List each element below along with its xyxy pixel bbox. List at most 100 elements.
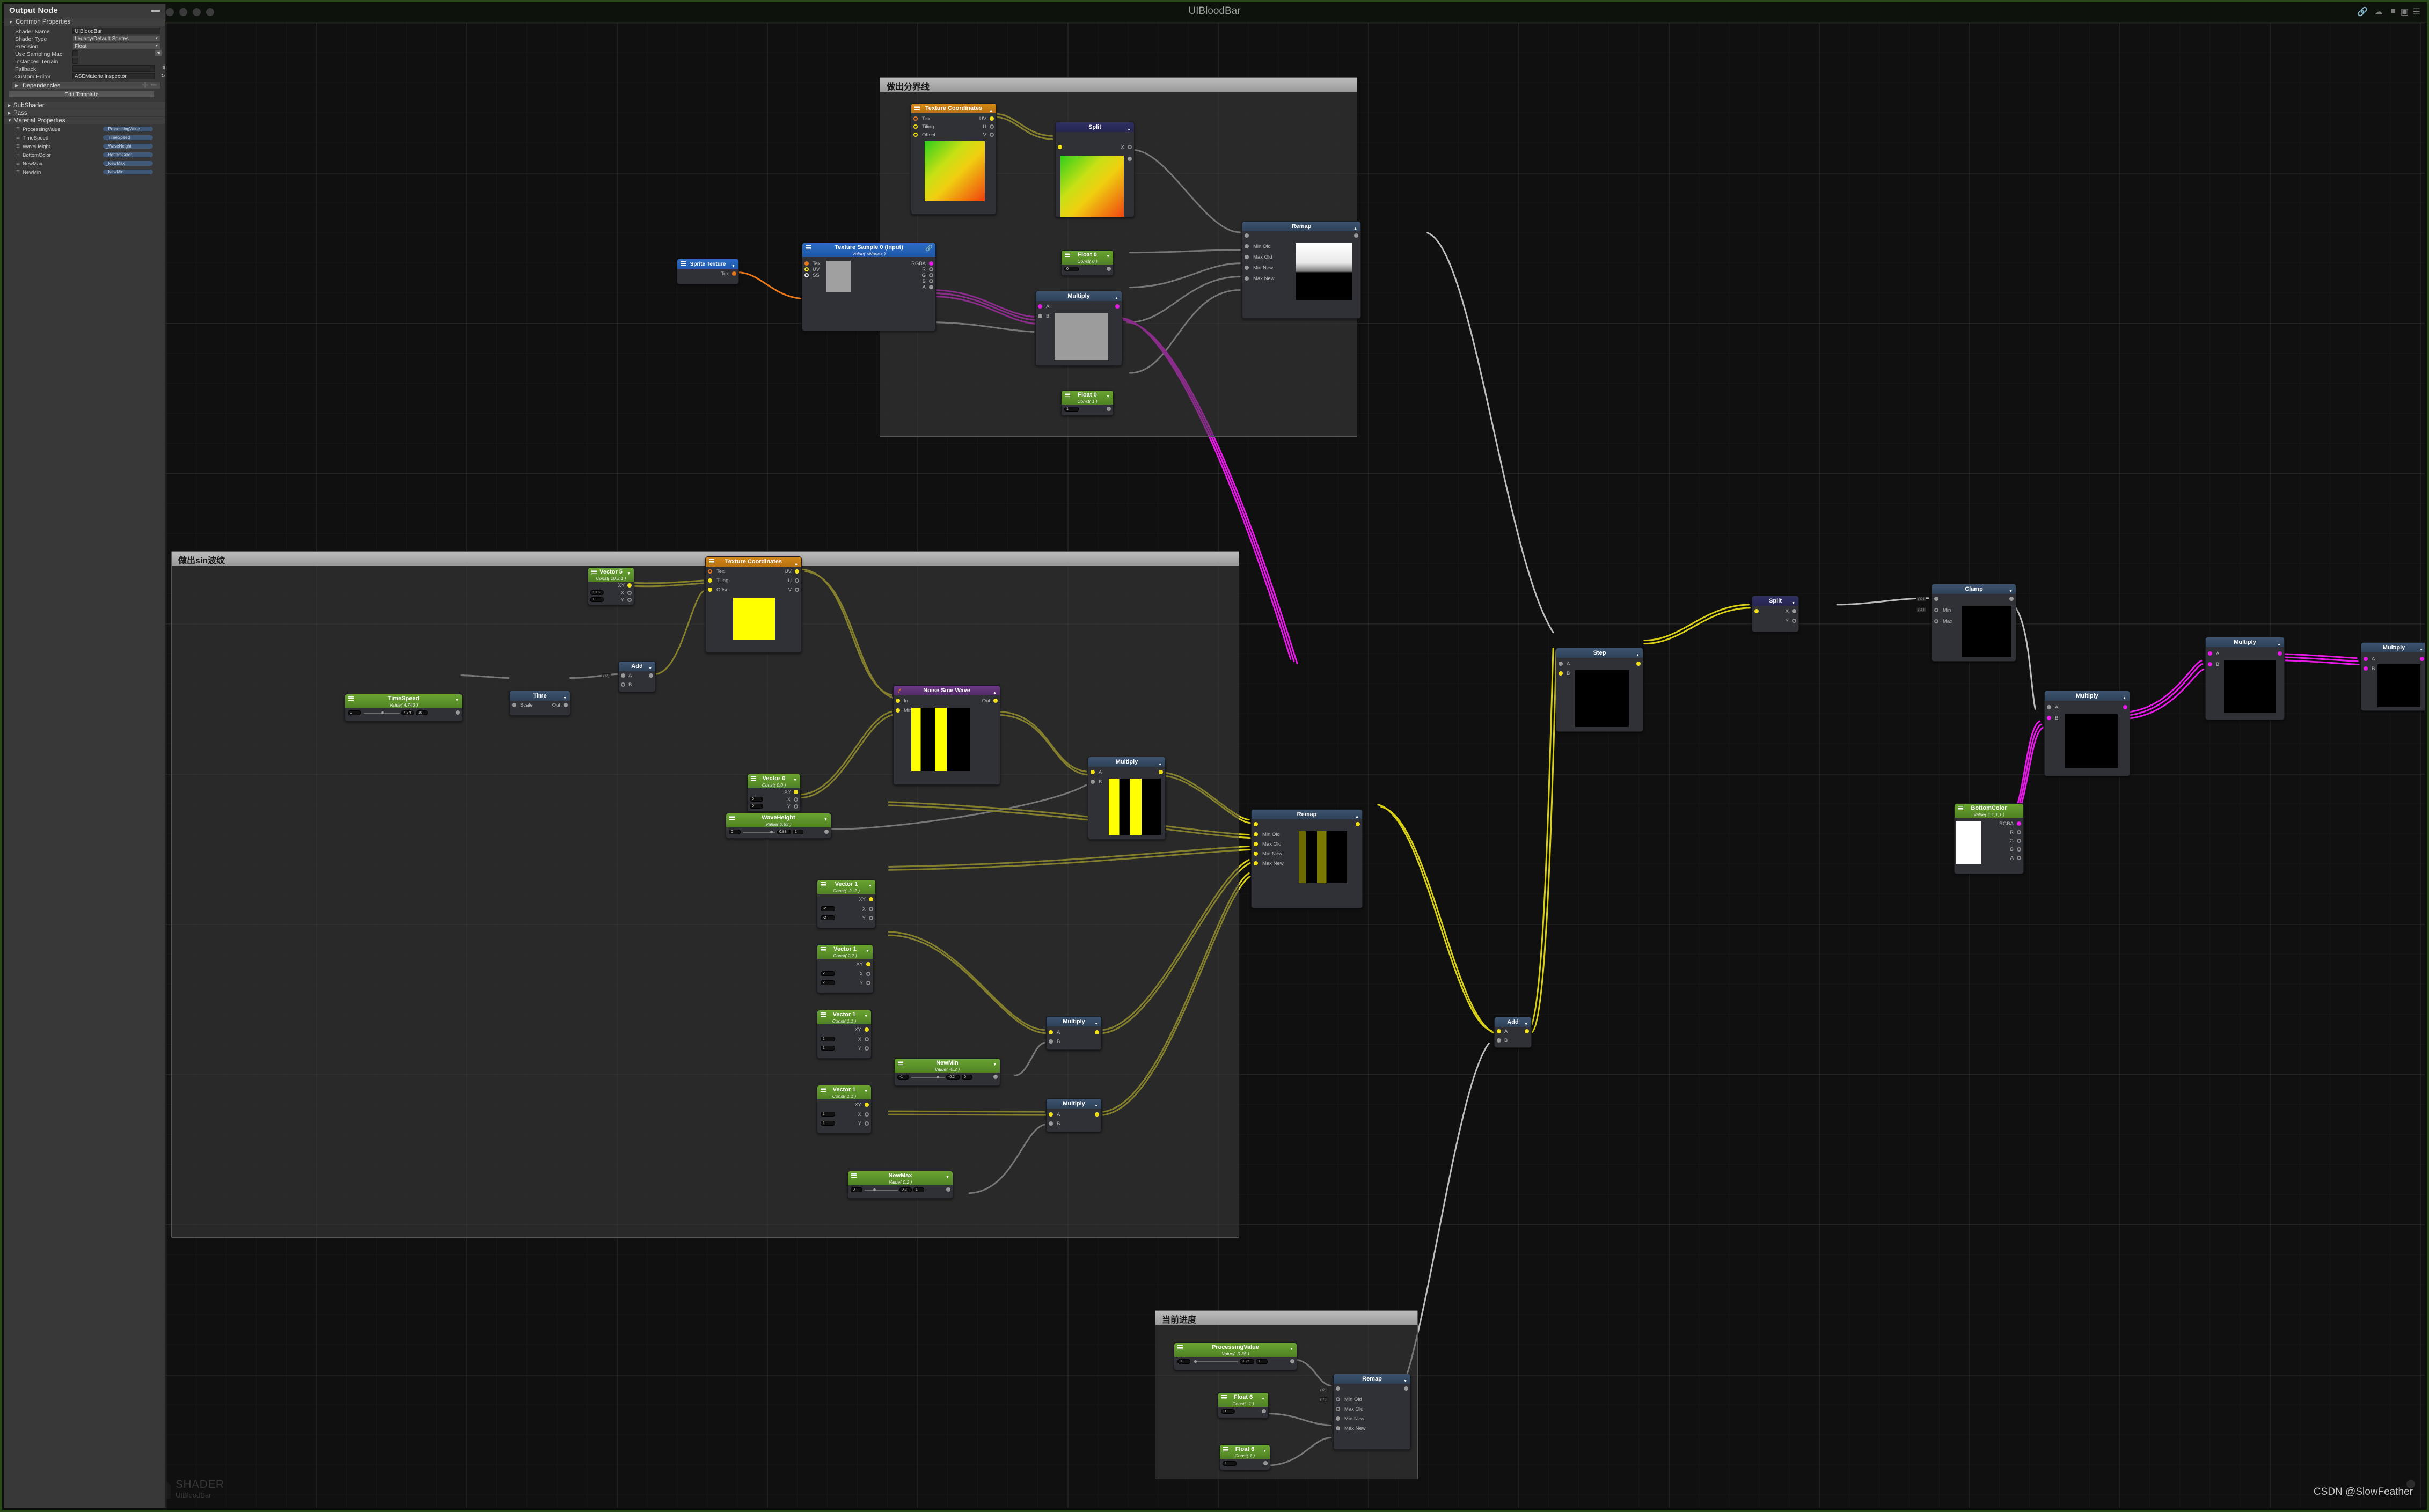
custom-editor-input[interactable]: ASEMaterialInspector (72, 73, 155, 79)
port-min-new-in[interactable] (1245, 266, 1249, 270)
port-x-out[interactable] (627, 591, 632, 595)
chevron-down-icon[interactable]: ▼ (864, 1013, 868, 1020)
port-a-in[interactable] (2364, 657, 2368, 661)
node-split[interactable]: Split ▲ X Y (1055, 122, 1135, 217)
node-waveheight[interactable]: WaveHeight Value( 0.83 ) ▼ 0 0.83 1 (726, 813, 831, 839)
chevron-down-icon[interactable]: ▼ (864, 1088, 868, 1095)
node-header[interactable]: WaveHeight Value( 0.83 ) ▼ (726, 813, 831, 827)
port-out[interactable] (1095, 1030, 1099, 1034)
minimize-button[interactable] (179, 8, 187, 16)
node-header[interactable]: NewMin Value( -0.2 ) ▼ (895, 1059, 1000, 1073)
max-input[interactable]: 1 (913, 1187, 924, 1192)
port-u-out[interactable] (990, 124, 994, 129)
value-input[interactable]: 1 (1064, 407, 1079, 412)
port-max-new-in[interactable] (1245, 276, 1249, 281)
port-out[interactable] (1636, 662, 1641, 666)
node-header[interactable]: Multiply ▲ (2045, 691, 2130, 701)
menu-icon[interactable] (898, 1061, 903, 1065)
port-tex-out[interactable] (732, 271, 736, 276)
port-a-out[interactable] (929, 285, 933, 289)
max-input[interactable]: 10 (416, 710, 428, 715)
menu-icon[interactable] (806, 245, 811, 249)
slider-knob[interactable] (770, 831, 773, 833)
port-rgba-out[interactable] (2017, 821, 2021, 826)
shader-name-input[interactable]: UIBloodBar (72, 28, 160, 34)
node-header[interactable]: Float 0 Const( 0 ) ▼ (1062, 251, 1113, 265)
node-float[interactable]: Float 6 Const( 1 ) ▼ 1 (1219, 1444, 1270, 1470)
port-b-in[interactable] (1049, 1039, 1053, 1044)
node-remap[interactable]: Remap ▼ Min Old Max Old Min New Max New (1333, 1374, 1411, 1450)
node-float[interactable]: Float 0 Const( 0 ) ▼ 0 (1061, 250, 1114, 276)
port-x-out[interactable] (794, 797, 798, 802)
spinner-icon[interactable]: ⇅ (162, 65, 166, 70)
remove-dependency-button[interactable]: ➖ (151, 83, 157, 89)
max-input[interactable]: 0 (962, 1075, 972, 1080)
node-header[interactable]: Time ▼ (510, 691, 570, 701)
port-out[interactable] (993, 1075, 998, 1079)
port-out[interactable] (564, 703, 568, 707)
port-rgba-out[interactable] (929, 261, 933, 266)
node-header[interactable]: Multiply ▼ (1047, 1099, 1101, 1109)
port-out[interactable] (649, 673, 653, 678)
menu-icon[interactable] (821, 947, 826, 951)
node-multiply[interactable]: Multiply ▼ A B (1046, 1098, 1102, 1132)
node-header[interactable]: Vector 0 Const( 0,0 ) ▼ (748, 774, 800, 788)
node-multiply[interactable]: Multiply ▼ A B (2361, 642, 2425, 711)
node-multiply[interactable]: Multiply ▲ A B (1035, 291, 1122, 366)
node-multiply[interactable]: Multiply ▲ A B (2205, 637, 2285, 720)
y-input[interactable]: -2 (821, 915, 835, 920)
value-input[interactable]: 0.83 (777, 830, 791, 834)
node-clamp[interactable]: Clamp ▼ Min Max (1932, 584, 2016, 662)
node-header[interactable]: Float 0 Const( 1 ) ▼ (1062, 391, 1113, 405)
port-uv-out[interactable] (795, 569, 799, 574)
port-in[interactable] (1058, 145, 1062, 149)
menu-icon[interactable] (1177, 1345, 1183, 1349)
node-header[interactable]: Vector 1 Const( -2,-2 ) ▼ (817, 880, 875, 894)
port-tiling-in[interactable] (708, 578, 712, 583)
node-vector1[interactable]: Vector 1 Const( 2,2 ) ▼ XY 2 X 2 Y (817, 944, 873, 993)
node-header[interactable]: Sprite Texture ▼ (677, 259, 738, 269)
value-slider[interactable] (1194, 1361, 1238, 1362)
port-out[interactable] (1095, 1112, 1099, 1117)
port-out[interactable] (1404, 1386, 1408, 1391)
maximize-button[interactable] (193, 8, 201, 16)
node-header[interactable]: Remap ▲ (1252, 810, 1362, 819)
node-header[interactable]: Texture Sample 0 (Input) Value( <None> )… (802, 243, 935, 257)
material-property-row[interactable]: ☰ TimeSpeed _TimeSpeed (4, 135, 165, 144)
y-input[interactable]: 1 (821, 1121, 835, 1126)
drag-handle-icon[interactable]: ☰ (16, 153, 20, 157)
port-min-old-in[interactable] (1245, 244, 1249, 248)
node-header[interactable]: BottomColor Value( 1,1,1,1 ) (1955, 804, 2023, 818)
grid-icon[interactable]: ▣ (2401, 6, 2409, 18)
shader-type-dropdown[interactable]: Legacy/Default Sprites (72, 35, 160, 42)
value-input[interactable]: -0.3! (1240, 1359, 1254, 1364)
port-a-out[interactable] (2017, 856, 2021, 860)
node-header[interactable]: Texture Coordinates ▲ (706, 557, 801, 567)
node-header[interactable]: Vector 5 Const( 10.3,1 ) ▼ (588, 568, 634, 582)
port-b-in[interactable] (2047, 716, 2051, 720)
chevron-down-icon[interactable]: ▼ (627, 570, 631, 577)
node-header[interactable]: Multiply ▼ (2361, 643, 2425, 652)
port-a-in[interactable] (1049, 1112, 1053, 1117)
node-header[interactable]: Clamp ▼ (1932, 584, 2016, 594)
chevron-down-icon[interactable]: ▼ (868, 883, 872, 890)
node-header[interactable]: Add ▼ (1495, 1017, 1531, 1027)
node-split[interactable]: Split ▼ X Y (1752, 596, 1799, 632)
port-b-in[interactable] (1497, 1038, 1501, 1043)
x-input[interactable]: 0 (750, 797, 763, 802)
node-header[interactable]: Split ▼ (1752, 596, 1798, 606)
port-b-out[interactable] (929, 279, 933, 283)
port-a-in[interactable] (2047, 705, 2051, 709)
port-min-new-in[interactable] (1254, 852, 1258, 856)
value-input[interactable]: 1 (1223, 1461, 1237, 1466)
port-x-out[interactable] (865, 1112, 869, 1117)
node-vector1[interactable]: Vector 1 Const( -2,-2 ) ▼ XY -2 X -2 Y (817, 879, 876, 928)
layers-icon[interactable]: ■ (2390, 6, 2396, 18)
instanced-terrain-checkbox[interactable] (72, 58, 78, 64)
y-input[interactable]: 2 (821, 980, 835, 985)
slider-knob[interactable] (937, 1076, 939, 1078)
fallback-input[interactable] (72, 65, 155, 72)
port-b-in[interactable] (2364, 666, 2368, 671)
port-b-in[interactable] (2208, 662, 2212, 666)
drag-handle-icon[interactable]: ☰ (16, 127, 20, 131)
